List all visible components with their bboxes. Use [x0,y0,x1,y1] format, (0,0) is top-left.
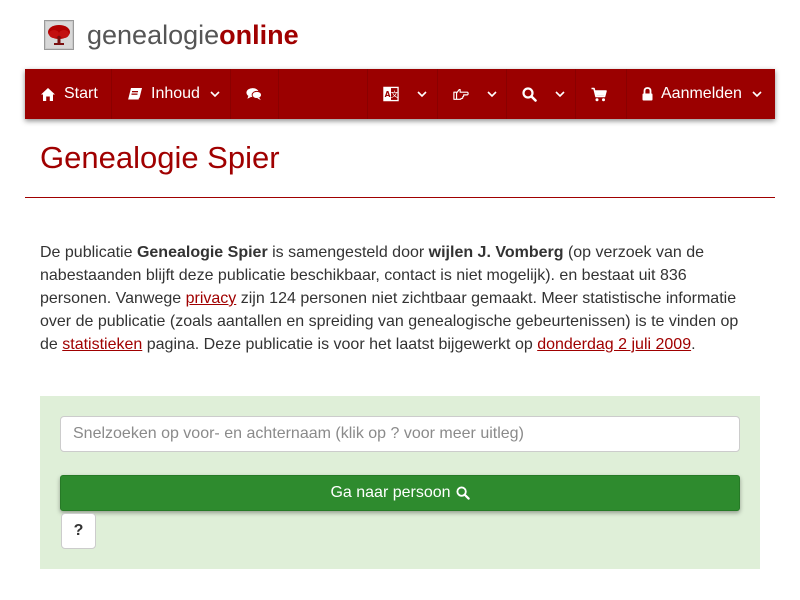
intro-text: . [691,336,696,353]
nav-pointer[interactable] [438,69,507,119]
svg-text:A: A [385,90,391,99]
chevron-down-icon [417,90,427,98]
quick-search-panel: Ga naar persoon ? [40,396,760,569]
intro-text: pagina. Deze publicatie is voor het laat… [142,336,538,353]
chevron-down-icon [487,90,497,98]
nav-language[interactable]: A文 [368,69,438,119]
book-icon [127,86,143,102]
site-name: genealogieonline [87,20,299,50]
nav-chat[interactable] [231,69,279,119]
go-to-person-label: Ga naar persoon [330,484,451,501]
intro-text: De publicatie [40,244,137,261]
nav-start[interactable]: Start [25,69,112,119]
page-title: Genealogie Spier [40,140,280,175]
author-name: wijlen J. Vomberg [428,244,564,261]
lock-icon [642,86,653,102]
go-to-person-button[interactable]: Ga naar persoon [60,475,740,511]
hand-pointer-icon [453,86,469,102]
last-updated-link[interactable]: donderdag 2 juli 2009 [537,336,691,353]
shopping-cart-icon [591,86,607,102]
site-brand[interactable]: genealogieonline [44,18,299,52]
nav-cart[interactable] [576,69,627,119]
privacy-link[interactable]: privacy [186,290,237,307]
intro-text: is samengesteld door [267,244,429,261]
chevron-down-icon [752,90,762,98]
tree-logo-icon [44,20,74,50]
nav-inhoud[interactable]: Inhoud [112,69,231,119]
nav-login-label: Aanmelden [661,85,742,102]
publication-description: De publicatie Genealogie Spier is sameng… [40,241,760,356]
statistics-link[interactable]: statistieken [62,336,142,353]
nav-inhoud-label: Inhoud [151,85,200,102]
nav-login[interactable]: Aanmelden [627,69,775,119]
publication-name: Genealogie Spier [136,244,268,261]
comments-icon [246,86,262,102]
svg-text:文: 文 [391,89,399,99]
language-icon: A文 [383,86,399,102]
nav-spacer [279,69,368,119]
nav-search[interactable] [507,69,576,119]
search-icon [522,86,537,102]
chevron-down-icon [210,90,220,98]
chevron-down-icon [555,90,565,98]
main-navbar: Start Inhoud A文 Aanmelden [25,69,775,119]
home-icon [40,86,56,102]
site-name-accent: online [219,20,299,50]
nav-start-label: Start [64,85,98,102]
site-name-prefix: genealogie [87,20,220,50]
quick-search-input[interactable] [60,416,740,452]
search-help-button[interactable]: ? [61,513,96,549]
title-divider [25,197,775,198]
search-icon [455,486,470,500]
